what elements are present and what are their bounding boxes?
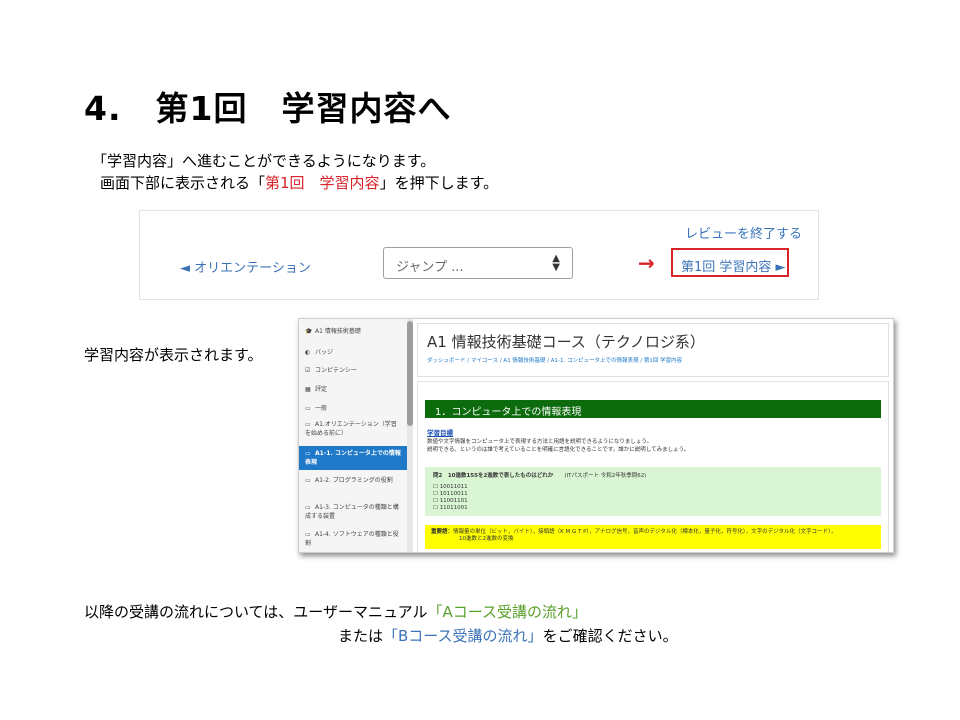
sidebar-item-a1-2[interactable]: ▭ A1-2. プログラミングの役割	[305, 476, 401, 485]
answer-option[interactable]: ☐ 11001101	[433, 498, 468, 504]
grid-icon: ▦	[305, 386, 311, 393]
intro-line-2-post: 」を押下します。	[379, 174, 499, 192]
question-text: 問2 10進数155を2進数で表したものはどれか	[433, 473, 554, 479]
red-arrow-icon: →	[638, 251, 655, 275]
badge-icon: ◐	[305, 349, 311, 356]
sidebar-item-a1-3[interactable]: ▭ A1-3. コンピュータの種類と構成する装置	[305, 503, 401, 521]
answer-option[interactable]: ☐ 10110011	[433, 491, 468, 497]
sidebar-item-label: バッジ	[315, 349, 334, 356]
jump-select-value: ジャンプ ...	[396, 260, 464, 275]
intro-line-2-pre: 画面下部に表示される「	[100, 174, 266, 192]
answer-option-label: 11001101	[439, 498, 468, 504]
key-terms-line: 情報量の単位（ビット，バイト），接頭語（K M G T P），アナログ信号，音声…	[453, 529, 837, 535]
intro-line-2: 画面下部に表示される「第1回 学習内容」を押下します。	[100, 172, 498, 193]
sidebar-item-label: A1-3. コンピュータの種類と構成する装置	[305, 504, 399, 520]
sidebar-item-label: 評定	[315, 386, 328, 393]
intro-highlight: 第1回 学習内容	[265, 174, 380, 192]
sidebar-item-a1-1[interactable]: ▭ A1-1. コンピュータ上での情報表現	[299, 446, 407, 470]
goal-label: 学習目標	[427, 429, 453, 437]
goal-line: 数値や文字情報をコンピュータ上で表現する方法と用語を説明できるようになりましょう…	[427, 439, 653, 445]
sidebar-item-orientation[interactable]: ▭ A1.オリエンテーション（学習を始める前に）	[305, 420, 401, 438]
folder-icon: ▭	[305, 504, 311, 511]
slide-title: 4. 第1回 学習内容へ	[84, 89, 452, 128]
sidebar-item-label: 一般	[315, 405, 328, 412]
sidebar-item-label: A1.オリエンテーション（学習を始める前に）	[305, 421, 397, 437]
activity-navigation-panel: レビューを終了する ◄ オリエンテーション ジャンプ ... ▲ ▼ → 第1回 …	[139, 210, 819, 300]
sidebar-item-label: コンピテンシー	[315, 367, 358, 374]
sidebar-item-general[interactable]: ▭ 一般	[305, 404, 401, 413]
folder-icon: ▭	[305, 531, 311, 538]
jump-select[interactable]: ジャンプ ... ▲ ▼	[383, 247, 573, 279]
key-terms-text: 重要語：情報量の単位（ビット，バイト），接頭語（K M G T P），アナログ信…	[431, 529, 836, 543]
goal-text: 数値や文字情報をコンピュータ上で表現する方法と用語を説明できるようになりましょう…	[427, 438, 689, 454]
sidebar-item-label: A1-2. プログラミングの役割	[315, 477, 393, 484]
answer-option-label: 10011011	[439, 484, 468, 490]
sidebar-item-competencies[interactable]: ☑ コンピテンシー	[305, 366, 401, 375]
question-source: (ITパスポート 令和2年秋季問62)	[564, 473, 647, 479]
sidebar-item-label: A1-4. ソフトウェアの種類と役割	[305, 531, 399, 547]
question-title: 問2 10進数155を2進数で表したものはどれか (ITパスポート 令和2年秋季…	[433, 471, 646, 479]
sidebar-item-course[interactable]: 🎓 A1 情報技術基礎	[305, 327, 401, 336]
graduation-cap-icon: 🎓	[305, 328, 313, 335]
sidebar-item-label: A1-1. コンピュータ上での情報表現	[305, 450, 401, 466]
folder-icon: ▭	[305, 477, 311, 484]
outro-line-1-pre: 以降の受講の流れについては、ユーザーマニュアル	[84, 603, 428, 621]
section-title: 1．コンピュータ上での情報表現	[425, 400, 881, 418]
goal-line: 説明できる、というのは誰で考えていることを明確に言語化できることです。誰かに説明…	[427, 447, 690, 453]
sidebar-item-label: A1 情報技術基礎	[315, 328, 361, 335]
select-updown-icon: ▲ ▼	[552, 253, 560, 273]
answer-option-label: 10110011	[439, 491, 468, 497]
sidebar-item-badges[interactable]: ◐ バッジ	[305, 348, 401, 357]
folder-icon: ▭	[305, 421, 311, 428]
answer-option[interactable]: ☐ 11011001	[433, 505, 468, 511]
a-course-flow-link[interactable]: 「Aコース受講の流れ」	[428, 603, 588, 621]
prev-activity-link[interactable]: ◄ オリエンテーション	[180, 257, 311, 276]
shown-caption: 学習内容が表示されます。	[84, 346, 263, 364]
outro-line-2-pre: または	[338, 627, 384, 645]
sidebar-item-a1-4[interactable]: ▭ A1-4. ソフトウェアの種類と役割	[305, 530, 401, 548]
sidebar-item-grades[interactable]: ▦ 評定	[305, 385, 401, 394]
answer-option-label: 11011001	[439, 505, 468, 511]
outro-line-2: または「Bコース受講の流れ」をご確認ください。	[338, 625, 678, 646]
answer-option[interactable]: ☐ 10011011	[433, 484, 468, 490]
lms-screenshot: 🎓 A1 情報技術基礎 ◐ バッジ ☑ コンピテンシー ▦ 評定 ▭ 一般 ▭ A1.オリエ…	[298, 318, 894, 553]
course-title: A1 情報技術基礎コース（テクノロジ系）	[427, 333, 705, 351]
breadcrumb[interactable]: ダッシュボード / マイコース / A1 情報技術基礎 / A1-1. コンピュ…	[427, 356, 682, 364]
review-end-link[interactable]: レビューを終了する	[685, 223, 802, 242]
checkbox-icon: ☑	[305, 367, 311, 374]
folder-icon: ▭	[305, 405, 311, 412]
outro-line-1: 以降の受講の流れについては、ユーザーマニュアル「Aコース受講の流れ」	[84, 601, 587, 622]
intro-line-1: 「学習内容」へ進むことができるようになります。	[92, 152, 436, 170]
folder-icon: ▭	[305, 450, 311, 457]
sidebar-scroll-thumb[interactable]	[407, 321, 413, 426]
outro-line-2-post: をご確認ください。	[542, 627, 678, 645]
next-activity-button[interactable]: 第1回 学習内容 ►	[671, 248, 789, 277]
course-sidebar: 🎓 A1 情報技術基礎 ◐ バッジ ☑ コンピテンシー ▦ 評定 ▭ 一般 ▭ A1.オリエ…	[299, 319, 408, 552]
key-terms-line: 10進数と2進数の変換	[459, 536, 514, 542]
b-course-flow-link[interactable]: 「Bコース受講の流れ」	[383, 627, 543, 645]
key-terms-label: 重要語：	[431, 529, 454, 535]
next-activity-label: 第1回 学習内容 ►	[681, 260, 786, 275]
